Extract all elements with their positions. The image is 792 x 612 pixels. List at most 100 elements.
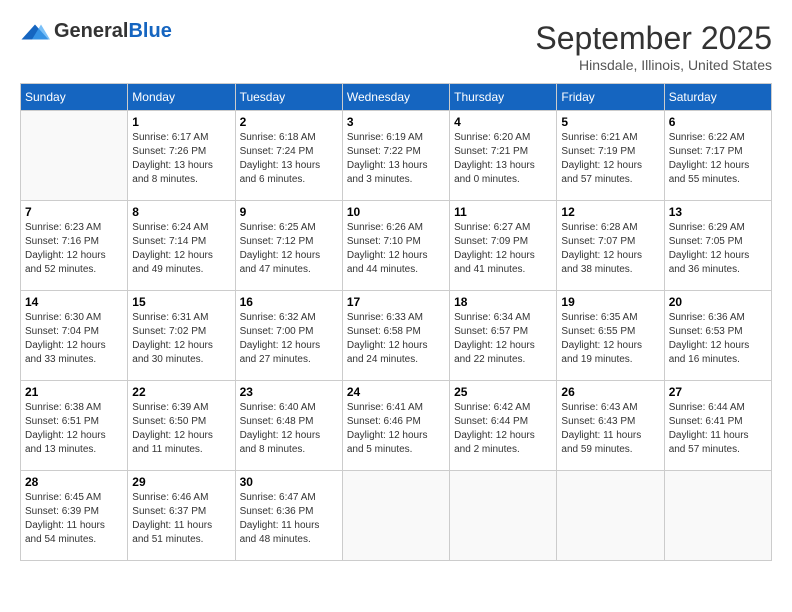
day-info: Sunrise: 6:17 AMSunset: 7:26 PMDaylight:… — [132, 131, 230, 187]
calendar-cell: 14 Sunrise: 6:30 AMSunset: 7:04 PMDayligh… — [21, 291, 128, 381]
day-number: 4 — [454, 115, 552, 129]
calendar-cell — [557, 471, 664, 561]
day-info: Sunrise: 6:31 AMSunset: 7:02 PMDaylight:… — [132, 311, 230, 367]
page-header: GeneralBlue September 2025 Hinsdale, Ill… — [20, 20, 772, 73]
weekday-header-saturday: Saturday — [664, 84, 771, 111]
location: Hinsdale, Illinois, United States — [535, 57, 772, 73]
day-number: 15 — [132, 295, 230, 309]
calendar-cell: 17 Sunrise: 6:33 AMSunset: 6:58 PMDayligh… — [342, 291, 449, 381]
day-number: 25 — [454, 385, 552, 399]
day-number: 8 — [132, 205, 230, 219]
calendar-cell: 13 Sunrise: 6:29 AMSunset: 7:05 PMDayligh… — [664, 201, 771, 291]
logo-blue: Blue — [128, 20, 171, 42]
day-number: 1 — [132, 115, 230, 129]
calendar-cell: 23Sunrise: 6:40 AMSunset: 6:48 PMDayligh… — [235, 381, 342, 471]
day-info: Sunrise: 6:45 AMSunset: 6:39 PMDaylight:… — [25, 491, 123, 547]
month-title: September 2025 — [535, 20, 772, 57]
day-number: 12 — [561, 205, 659, 219]
weekday-header-wednesday: Wednesday — [342, 84, 449, 111]
weekday-header-friday: Friday — [557, 84, 664, 111]
calendar-cell: 11 Sunrise: 6:27 AMSunset: 7:09 PMDayligh… — [450, 201, 557, 291]
calendar-week-4: 21 Sunrise: 6:38 AMSunset: 6:51 PMDayligh… — [21, 381, 772, 471]
day-info: Sunrise: 6:46 AMSunset: 6:37 PMDaylight:… — [132, 491, 230, 547]
calendar-week-1: 1 Sunrise: 6:17 AMSunset: 7:26 PMDaylight… — [21, 111, 772, 201]
day-number: 30 — [240, 475, 338, 489]
calendar-cell: 24 Sunrise: 6:41 AMSunset: 6:46 PMDayligh… — [342, 381, 449, 471]
calendar-cell: 22Sunrise: 6:39 AMSunset: 6:50 PMDayligh… — [128, 381, 235, 471]
day-number: 7 — [25, 205, 123, 219]
day-number: 26 — [561, 385, 659, 399]
calendar-cell: 15 Sunrise: 6:31 AMSunset: 7:02 PMDayligh… — [128, 291, 235, 381]
calendar-cell: 27 Sunrise: 6:44 AMSunset: 6:41 PMDayligh… — [664, 381, 771, 471]
day-number: 23 — [240, 385, 338, 399]
calendar-cell — [342, 471, 449, 561]
weekday-header-thursday: Thursday — [450, 84, 557, 111]
day-info: Sunrise: 6:41 AMSunset: 6:46 PMDaylight:… — [347, 401, 445, 457]
calendar-body: 1 Sunrise: 6:17 AMSunset: 7:26 PMDaylight… — [21, 111, 772, 561]
day-info: Sunrise: 6:43 AMSunset: 6:43 PMDaylight:… — [561, 401, 659, 457]
day-number: 10 — [347, 205, 445, 219]
calendar-week-2: 7 Sunrise: 6:23 AMSunset: 7:16 PMDaylight… — [21, 201, 772, 291]
calendar-cell: 19Sunrise: 6:35 AMSunset: 6:55 PMDayligh… — [557, 291, 664, 381]
calendar-cell: 28Sunrise: 6:45 AMSunset: 6:39 PMDayligh… — [21, 471, 128, 561]
day-info: Sunrise: 6:24 AMSunset: 7:14 PMDaylight:… — [132, 221, 230, 277]
day-number: 27 — [669, 385, 767, 399]
calendar-cell: 20 Sunrise: 6:36 AMSunset: 6:53 PMDayligh… — [664, 291, 771, 381]
calendar-cell — [450, 471, 557, 561]
calendar-cell: 1 Sunrise: 6:17 AMSunset: 7:26 PMDaylight… — [128, 111, 235, 201]
calendar-cell: 9Sunrise: 6:25 AMSunset: 7:12 PMDaylight… — [235, 201, 342, 291]
logo: GeneralBlue — [20, 20, 172, 43]
day-number: 3 — [347, 115, 445, 129]
calendar-cell — [21, 111, 128, 201]
logo-icon — [20, 23, 50, 41]
day-info: Sunrise: 6:42 AMSunset: 6:44 PMDaylight:… — [454, 401, 552, 457]
calendar-cell: 26 Sunrise: 6:43 AMSunset: 6:43 PMDayligh… — [557, 381, 664, 471]
weekday-header-monday: Monday — [128, 84, 235, 111]
day-info: Sunrise: 6:29 AMSunset: 7:05 PMDaylight:… — [669, 221, 767, 277]
day-info: Sunrise: 6:18 AMSunset: 7:24 PMDaylight:… — [240, 131, 338, 187]
calendar-cell: 30 Sunrise: 6:47 AMSunset: 6:36 PMDayligh… — [235, 471, 342, 561]
day-info: Sunrise: 6:27 AMSunset: 7:09 PMDaylight:… — [454, 221, 552, 277]
day-info: Sunrise: 6:30 AMSunset: 7:04 PMDaylight:… — [25, 311, 123, 367]
calendar-week-5: 28Sunrise: 6:45 AMSunset: 6:39 PMDayligh… — [21, 471, 772, 561]
calendar-cell — [664, 471, 771, 561]
weekday-header-sunday: Sunday — [21, 84, 128, 111]
day-number: 20 — [669, 295, 767, 309]
day-info: Sunrise: 6:23 AMSunset: 7:16 PMDaylight:… — [25, 221, 123, 277]
calendar-cell: 5 Sunrise: 6:21 AMSunset: 7:19 PMDaylight… — [557, 111, 664, 201]
calendar-cell: 3 Sunrise: 6:19 AMSunset: 7:22 PMDaylight… — [342, 111, 449, 201]
calendar-cell: 29Sunrise: 6:46 AMSunset: 6:37 PMDayligh… — [128, 471, 235, 561]
day-info: Sunrise: 6:19 AMSunset: 7:22 PMDaylight:… — [347, 131, 445, 187]
day-number: 6 — [669, 115, 767, 129]
day-info: Sunrise: 6:44 AMSunset: 6:41 PMDaylight:… — [669, 401, 767, 457]
calendar-week-3: 14 Sunrise: 6:30 AMSunset: 7:04 PMDayligh… — [21, 291, 772, 381]
day-number: 22 — [132, 385, 230, 399]
logo-general: General — [54, 20, 128, 42]
day-info: Sunrise: 6:35 AMSunset: 6:55 PMDaylight:… — [561, 311, 659, 367]
day-info: Sunrise: 6:34 AMSunset: 6:57 PMDaylight:… — [454, 311, 552, 367]
calendar-cell: 10Sunrise: 6:26 AMSunset: 7:10 PMDayligh… — [342, 201, 449, 291]
day-number: 18 — [454, 295, 552, 309]
day-number: 24 — [347, 385, 445, 399]
day-info: Sunrise: 6:20 AMSunset: 7:21 PMDaylight:… — [454, 131, 552, 187]
calendar-cell: 25 Sunrise: 6:42 AMSunset: 6:44 PMDayligh… — [450, 381, 557, 471]
calendar-cell: 16Sunrise: 6:32 AMSunset: 7:00 PMDayligh… — [235, 291, 342, 381]
day-number: 5 — [561, 115, 659, 129]
day-info: Sunrise: 6:36 AMSunset: 6:53 PMDaylight:… — [669, 311, 767, 367]
day-number: 21 — [25, 385, 123, 399]
day-info: Sunrise: 6:38 AMSunset: 6:51 PMDaylight:… — [25, 401, 123, 457]
day-number: 2 — [240, 115, 338, 129]
day-number: 17 — [347, 295, 445, 309]
day-number: 14 — [25, 295, 123, 309]
day-info: Sunrise: 6:33 AMSunset: 6:58 PMDaylight:… — [347, 311, 445, 367]
day-number: 9 — [240, 205, 338, 219]
calendar-cell: 7 Sunrise: 6:23 AMSunset: 7:16 PMDaylight… — [21, 201, 128, 291]
title-block: September 2025 Hinsdale, Illinois, Unite… — [535, 20, 772, 73]
day-info: Sunrise: 6:32 AMSunset: 7:00 PMDaylight:… — [240, 311, 338, 367]
day-info: Sunrise: 6:21 AMSunset: 7:19 PMDaylight:… — [561, 131, 659, 187]
day-number: 13 — [669, 205, 767, 219]
weekday-header-row: SundayMondayTuesdayWednesdayThursdayFrid… — [21, 84, 772, 111]
day-number: 11 — [454, 205, 552, 219]
day-info: Sunrise: 6:47 AMSunset: 6:36 PMDaylight:… — [240, 491, 338, 547]
calendar-cell: 18 Sunrise: 6:34 AMSunset: 6:57 PMDayligh… — [450, 291, 557, 381]
